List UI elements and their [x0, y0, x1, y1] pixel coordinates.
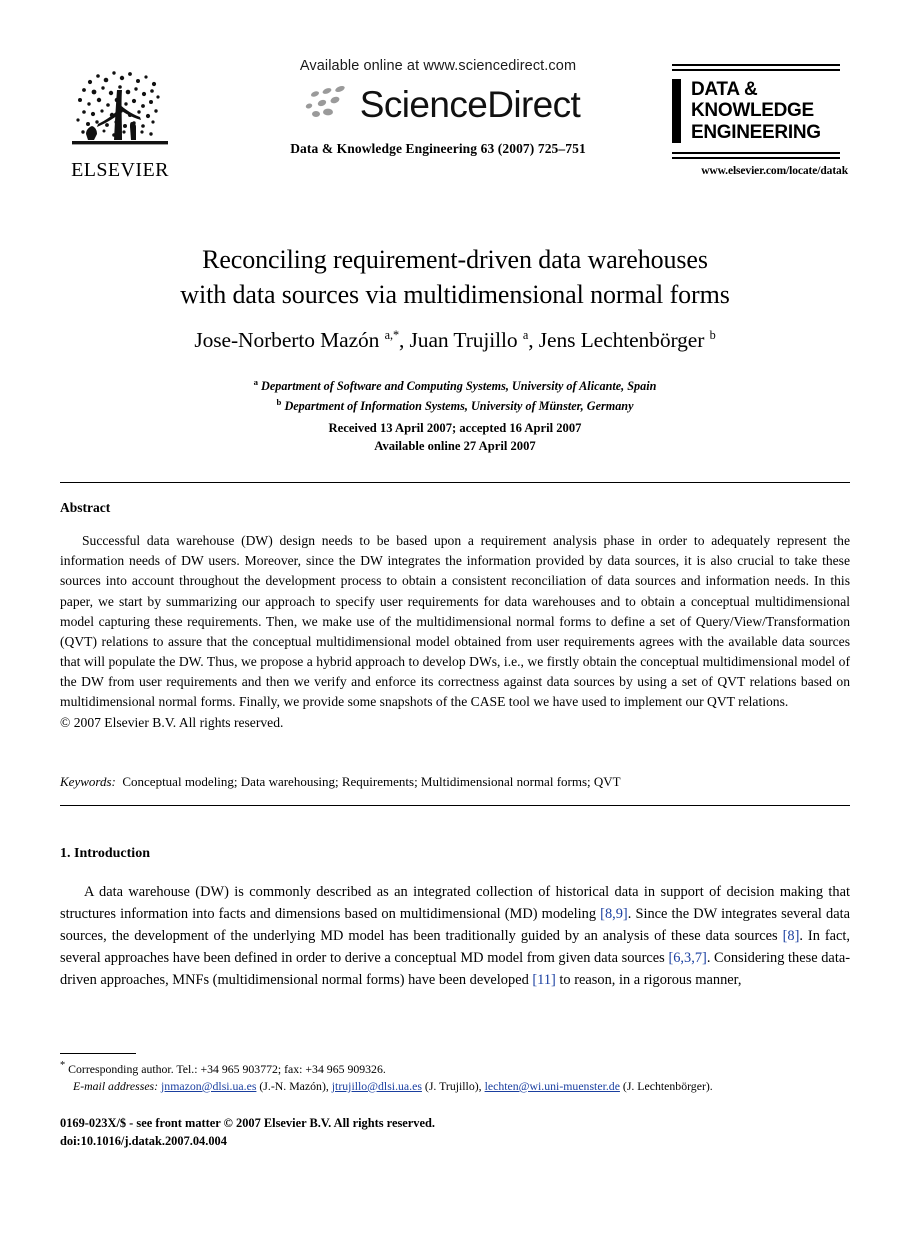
abstract-copyright: © 2007 Elsevier B.V. All rights reserved…	[60, 714, 284, 730]
intro-text-5: to reason, in a rigorous manner,	[555, 971, 742, 988]
journal-logo: DATA & KNOWLEDGE ENGINEERING www.elsevie…	[672, 64, 852, 177]
front-matter-block: 0169-023X/$ - see front matter © 2007 El…	[60, 1115, 660, 1151]
section-heading-introduction: 1. Introduction	[60, 846, 150, 861]
affiliations: a Department of Software and Computing S…	[60, 376, 850, 416]
journal-logo-words: DATA & KNOWLEDGE ENGINEERING	[691, 79, 821, 143]
journal-reference: Data & Knowledge Engineering 63 (2007) 7…	[290, 141, 586, 156]
doi-line: doi:10.1016/j.datak.2007.04.004	[60, 1133, 227, 1148]
available-online-date: Available online 27 April 2007	[374, 439, 536, 454]
available-online-text: Available online at www.sciencedirect.co…	[299, 58, 577, 74]
email-owner-lechtenborger: (J. Lechtenbörger).	[622, 1078, 713, 1093]
email-link-mazon[interactable]: jnmazon@dlsi.ua.es	[161, 1079, 256, 1093]
title-line-2: with data sources via multidimensional n…	[180, 279, 730, 309]
keywords-value: Conceptual modeling; Data warehousing; R…	[122, 774, 621, 789]
footnote-separator-rule	[60, 1053, 136, 1054]
citation-link-8-9[interactable]: [8,9]	[600, 906, 628, 922]
paper-page: ELSEVIER Available online at www.science…	[0, 0, 907, 1238]
page-title: Reconciling requirement-driven data ware…	[60, 243, 850, 312]
introduction-paragraph-1: A data warehouse (DW) is commonly descri…	[60, 882, 850, 991]
sciencedirect-block: Available online at www.sciencedirect.co…	[228, 58, 648, 157]
footnote-block: * Corresponding author. Tel.: +34 965 90…	[60, 1059, 860, 1094]
journal-header: ELSEVIER Available online at www.science…	[0, 58, 907, 198]
abstract-text: Successful data warehouse (DW) design ne…	[60, 533, 850, 710]
citation-link-11[interactable]: [11]	[532, 972, 555, 988]
sciencedirect-swoosh-icon	[296, 82, 356, 127]
elsevier-tree-icon	[70, 64, 170, 158]
journal-logo-rule-top	[672, 64, 840, 71]
elsevier-wordmark: ELSEVIER	[71, 159, 169, 181]
keywords: Keywords: Conceptual modeling; Data ware…	[60, 774, 850, 790]
introduction-body: A data warehouse (DW) is commonly descri…	[60, 882, 850, 991]
email-addresses-label: E-mail addresses:	[73, 1078, 159, 1093]
journal-logo-rule-bottom	[672, 151, 840, 159]
journal-logo-line-2: KNOWLEDGE	[691, 100, 814, 122]
journal-logo-line-1: DATA &	[691, 79, 758, 100]
email-link-lechtenborger[interactable]: lechten@wi.uni-muenster.de	[485, 1079, 620, 1093]
citation-link-8[interactable]: [8]	[783, 928, 800, 944]
keywords-bottom-rule	[60, 805, 850, 806]
email-link-trujillo[interactable]: jtrujillo@dlsi.ua.es	[332, 1079, 422, 1093]
keywords-label: Keywords:	[60, 774, 116, 789]
corresponding-author-note: * Corresponding author. Tel.: +34 965 90…	[60, 1059, 860, 1078]
corresponding-author-text: Corresponding author. Tel.: +34 965 9037…	[68, 1061, 386, 1076]
email-owner-trujillo: (J. Trujillo),	[424, 1078, 482, 1093]
elsevier-logo: ELSEVIER	[64, 64, 176, 180]
article-dates: Received 13 April 2007; accepted 16 Apri…	[60, 419, 850, 456]
author-list: Jose-Norberto Mazón a,*, Juan Trujillo a…	[194, 328, 716, 353]
abstract-body: Successful data warehouse (DW) design ne…	[60, 531, 850, 733]
affiliation-a: a Department of Software and Computing S…	[253, 377, 657, 394]
corresponding-author-marker: *	[60, 1060, 66, 1071]
sciencedirect-wordmark: ScienceDirect	[359, 84, 581, 125]
email-owner-mazon: (J.-N. Mazón),	[259, 1078, 329, 1093]
affiliation-b: b Department of Information Systems, Uni…	[276, 396, 634, 413]
front-matter-line: 0169-023X/$ - see front matter © 2007 El…	[60, 1116, 435, 1130]
journal-logo-body: DATA & KNOWLEDGE ENGINEERING	[672, 79, 852, 143]
author-1: Jose-Norberto Mazón a,*	[194, 328, 399, 353]
abstract-top-rule	[60, 482, 850, 483]
author-2: Juan Trujillo a	[409, 328, 529, 353]
journal-url[interactable]: www.elsevier.com/locate/datak	[672, 165, 848, 177]
received-date: Received 13 April 2007; accepted 16 Apri…	[328, 421, 582, 435]
abstract-heading: Abstract	[60, 500, 111, 515]
affiliation-b-text: Department of Information Systems, Unive…	[284, 398, 634, 413]
journal-logo-line-3: ENGINEERING	[691, 121, 821, 143]
email-addresses-note: E-mail addresses: jnmazon@dlsi.ua.es (J.…	[73, 1078, 860, 1095]
sciencedirect-logo: ScienceDirect	[228, 82, 648, 127]
affiliation-a-text: Department of Software and Computing Sys…	[261, 379, 657, 394]
journal-logo-bar	[672, 79, 681, 143]
title-line-1: Reconciling requirement-driven data ware…	[202, 245, 708, 274]
citation-link-6-3-7[interactable]: [6,3,7]	[668, 950, 706, 966]
author-3: Jens Lechtenbörger b	[538, 328, 716, 353]
